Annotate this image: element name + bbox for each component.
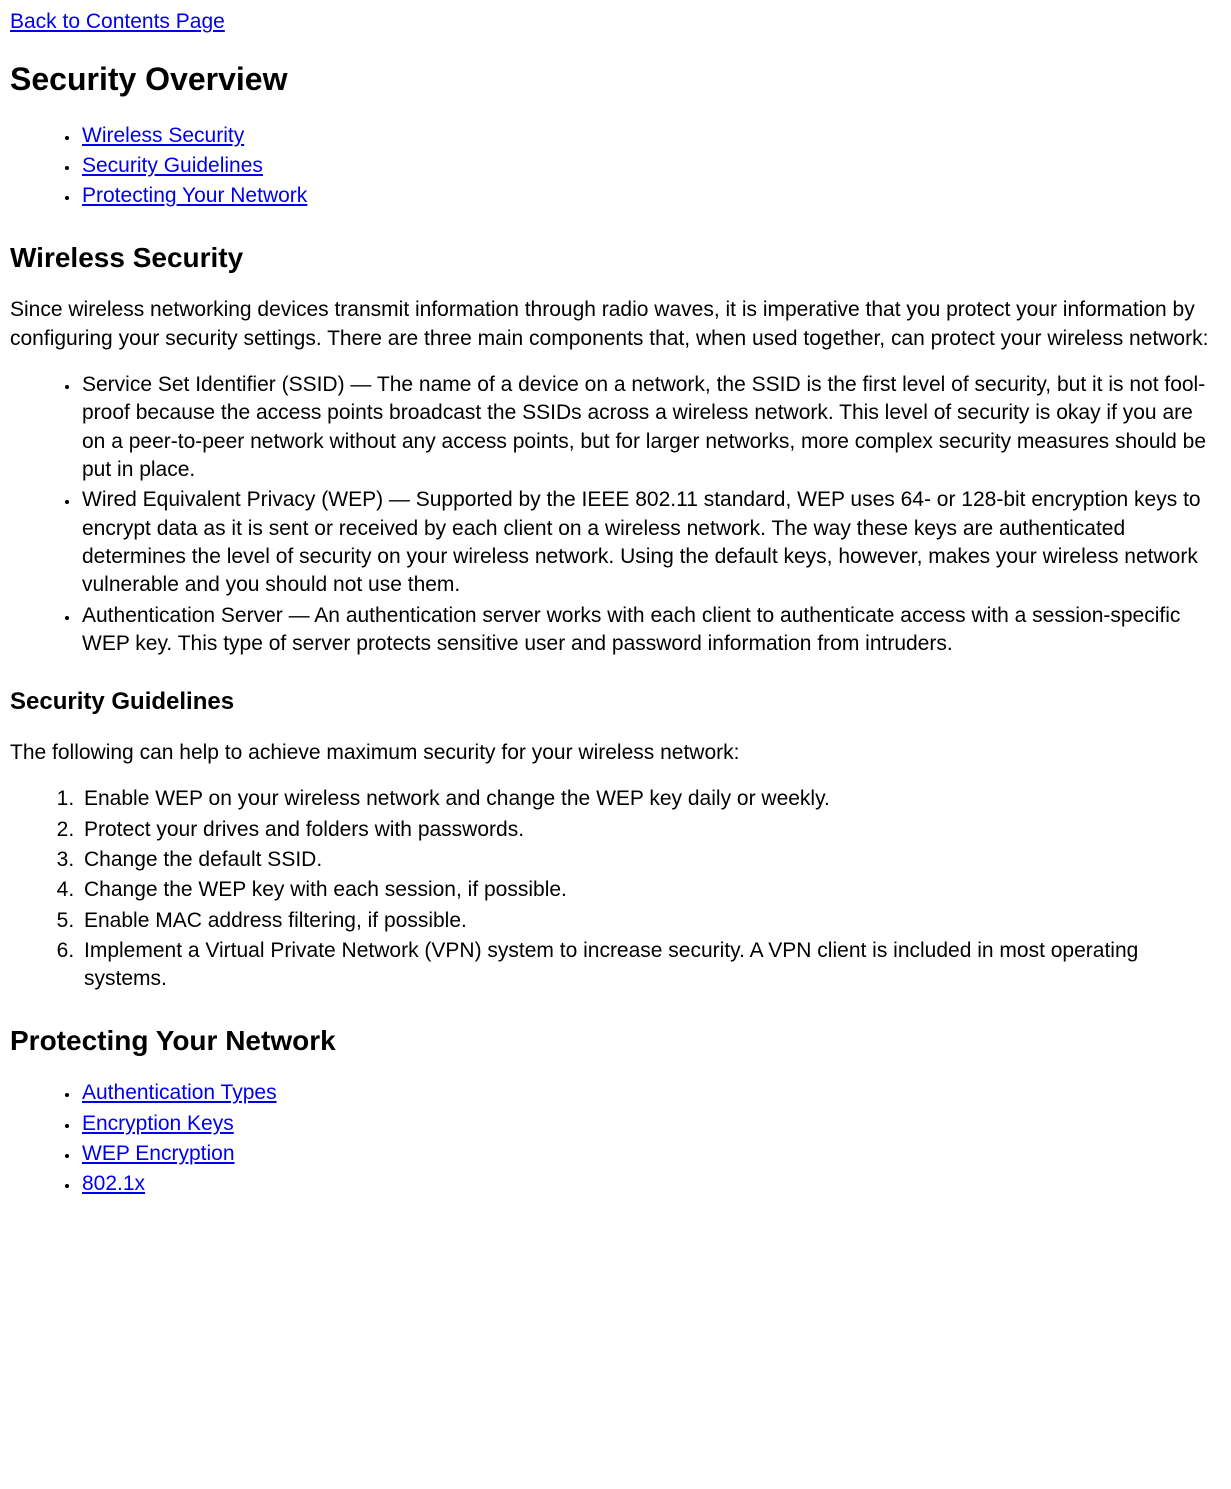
protecting-toc-item: WEP Encryption	[80, 1140, 1221, 1168]
protecting-link-8021x[interactable]: 802.1x	[82, 1172, 145, 1195]
guidelines-list: Enable WEP on your wireless network and …	[10, 785, 1221, 993]
guideline-item: Protect your drives and folders with pas…	[80, 816, 1221, 844]
wireless-component-wep: Wired Equivalent Privacy (WEP) — Support…	[80, 486, 1221, 599]
guideline-item: Enable WEP on your wireless network and …	[80, 785, 1221, 813]
wireless-security-heading: Wireless Security	[10, 239, 1221, 277]
protecting-network-heading: Protecting Your Network	[10, 1022, 1221, 1060]
protecting-link-wep-encryption[interactable]: WEP Encryption	[82, 1142, 235, 1165]
protecting-link-auth-types[interactable]: Authentication Types	[82, 1081, 277, 1104]
guidelines-intro-paragraph: The following can help to achieve maximu…	[10, 739, 1221, 767]
protecting-link-encryption-keys[interactable]: Encryption Keys	[82, 1112, 234, 1135]
guideline-item: Change the default SSID.	[80, 846, 1221, 874]
guideline-item: Implement a Virtual Private Network (VPN…	[80, 937, 1221, 994]
page-title: Security Overview	[10, 58, 1221, 101]
toc-item: Wireless Security	[80, 122, 1221, 150]
back-to-contents-link[interactable]: Back to Contents Page	[10, 8, 225, 36]
toc-list: Wireless Security Security Guidelines Pr…	[10, 122, 1221, 211]
toc-link-protecting-network[interactable]: Protecting Your Network	[82, 184, 307, 207]
wireless-component-auth-server: Authentication Server — An authenticatio…	[80, 602, 1221, 659]
protecting-toc-item: 802.1x	[80, 1170, 1221, 1198]
guideline-item: Change the WEP key with each session, if…	[80, 876, 1221, 904]
wireless-intro-paragraph: Since wireless networking devices transm…	[10, 296, 1221, 353]
security-guidelines-heading: Security Guidelines	[10, 686, 1221, 718]
protecting-toc-item: Authentication Types	[80, 1079, 1221, 1107]
protecting-toc-list: Authentication Types Encryption Keys WEP…	[10, 1079, 1221, 1198]
wireless-component-ssid: Service Set Identifier (SSID) — The name…	[80, 371, 1221, 484]
toc-link-wireless-security[interactable]: Wireless Security	[82, 124, 244, 147]
guideline-item: Enable MAC address filtering, if possibl…	[80, 907, 1221, 935]
protecting-toc-item: Encryption Keys	[80, 1110, 1221, 1138]
wireless-components-list: Service Set Identifier (SSID) — The name…	[10, 371, 1221, 658]
toc-item: Security Guidelines	[80, 152, 1221, 180]
toc-link-security-guidelines[interactable]: Security Guidelines	[82, 154, 263, 177]
toc-item: Protecting Your Network	[80, 182, 1221, 210]
